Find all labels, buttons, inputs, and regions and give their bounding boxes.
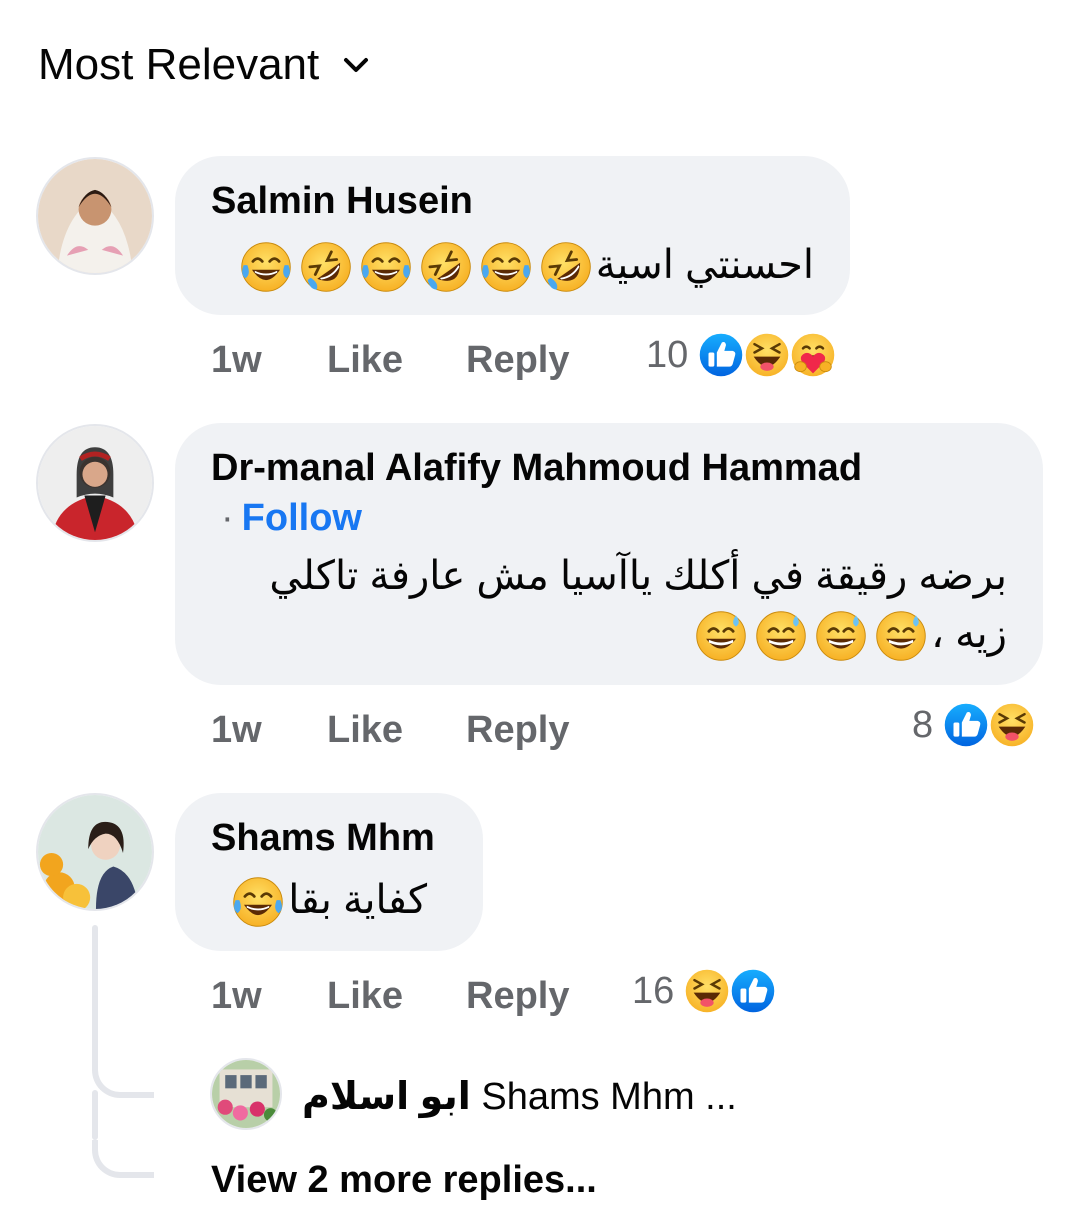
- comment-author[interactable]: Shams Mhm: [211, 817, 435, 860]
- comment-bubble: Dr-manal Alafify Mahmoud Hammad · Follow …: [175, 423, 1043, 685]
- comment-author[interactable]: Salmin Husein: [211, 180, 473, 223]
- comment-bubble: Salmin Husein احسنتي اسية: [175, 156, 850, 315]
- comment-text: كفاية بقا: [187, 871, 427, 930]
- haha-reaction-icon: [682, 966, 732, 1016]
- reaction-summary[interactable]: 16: [632, 966, 778, 1016]
- reaction-count: 10: [646, 333, 689, 376]
- reaction-count: 16: [632, 969, 675, 1012]
- comment-time[interactable]: 1w: [211, 339, 262, 382]
- sweat-smile-emoji-icon: [813, 608, 869, 664]
- thread-line: [92, 925, 98, 1065]
- care-reaction-icon: [788, 330, 838, 380]
- reply-button[interactable]: Reply: [466, 339, 569, 382]
- like-button[interactable]: Like: [327, 975, 403, 1018]
- joy-emoji-icon: [358, 239, 414, 295]
- comment-time[interactable]: 1w: [211, 975, 262, 1018]
- follow-link[interactable]: · Follow: [221, 497, 362, 540]
- reply-avatar[interactable]: [210, 1058, 282, 1130]
- reply-author: ابو اسلام: [302, 1076, 471, 1118]
- like-button[interactable]: Like: [327, 709, 403, 752]
- sweat-smile-emoji-icon: [693, 608, 749, 664]
- haha-reaction-icon: [987, 700, 1037, 750]
- comment-text-content: احسنتي اسية: [595, 243, 814, 287]
- comment-time[interactable]: 1w: [211, 709, 262, 752]
- reaction-summary[interactable]: 10: [646, 330, 838, 380]
- comment-text: برضه رقيقة في أكلك ياآسيا مش عارفة تاكلي…: [207, 547, 1007, 664]
- reaction-summary[interactable]: 8: [912, 700, 1037, 750]
- reply-button[interactable]: Reply: [466, 709, 569, 752]
- reaction-count: 8: [912, 703, 934, 746]
- comment-text-line: زيه ،: [207, 605, 1007, 664]
- like-button[interactable]: Like: [327, 339, 403, 382]
- reply-preview[interactable]: ابو اسلام Shams Mhm ...: [302, 1074, 737, 1119]
- comment-text-line: برضه رقيقة في أكلك ياآسيا مش عارفة تاكلي: [269, 554, 1007, 598]
- thread-connector: [92, 1140, 154, 1178]
- sweat-smile-emoji-icon: [753, 608, 809, 664]
- haha-reaction-icon: [742, 330, 792, 380]
- chevron-down-icon: [344, 58, 369, 72]
- joy-emoji-icon: [478, 239, 534, 295]
- like-reaction-icon: [728, 966, 778, 1016]
- rofl-emoji-icon: [538, 239, 594, 295]
- reply-button[interactable]: Reply: [466, 975, 569, 1018]
- joy-emoji-icon: [238, 239, 294, 295]
- reply-snippet: Shams Mhm ...: [481, 1076, 737, 1118]
- sort-dropdown[interactable]: Most Relevant: [38, 40, 369, 90]
- comment-text: احسنتي اسية: [204, 236, 814, 295]
- comment-bubble: Shams Mhm كفاية بقا: [175, 793, 483, 951]
- avatar[interactable]: [36, 793, 154, 911]
- comment-author[interactable]: Dr-manal Alafify Mahmoud Hammad: [211, 447, 862, 490]
- rofl-emoji-icon: [298, 239, 354, 295]
- joy-emoji-icon: [230, 874, 286, 930]
- comment-text-content: كفاية بقا: [288, 878, 427, 922]
- avatar[interactable]: [36, 424, 154, 542]
- view-more-replies-link[interactable]: View 2 more replies...: [211, 1159, 597, 1202]
- sweat-smile-emoji-icon: [873, 608, 929, 664]
- separator-dot: ·: [221, 497, 234, 539]
- thread-line: [92, 1090, 98, 1140]
- rofl-emoji-icon: [418, 239, 474, 295]
- like-reaction-icon: [696, 330, 746, 380]
- avatar[interactable]: [36, 157, 154, 275]
- comment-text-content: زيه ،: [931, 612, 1007, 656]
- thread-connector: [92, 1060, 154, 1098]
- sort-label: Most Relevant: [38, 40, 320, 89]
- like-reaction-icon: [941, 700, 991, 750]
- follow-label: Follow: [241, 497, 362, 539]
